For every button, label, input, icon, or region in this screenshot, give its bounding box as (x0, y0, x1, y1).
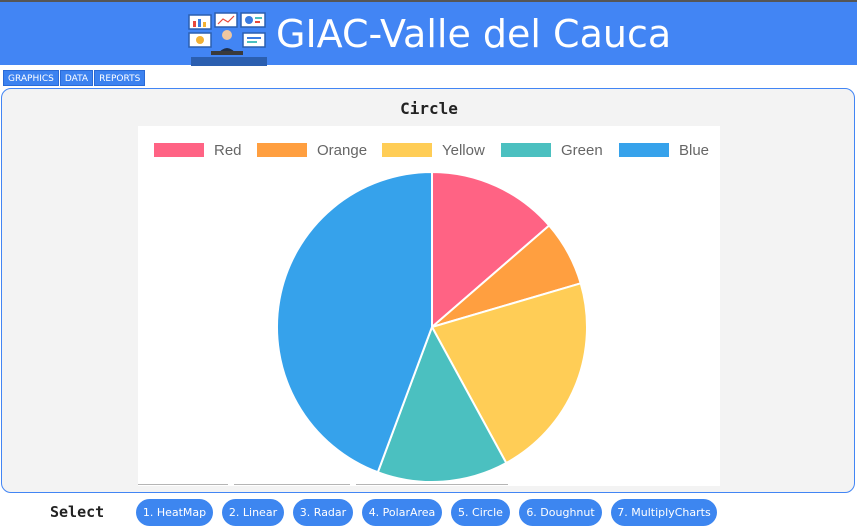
legend-item-blue[interactable]: Blue (619, 142, 709, 159)
legend-item-yellow[interactable]: Yellow (382, 142, 485, 159)
legend-label: Blue (679, 142, 709, 159)
nav-tab-data[interactable]: DATA (59, 70, 94, 86)
legend-label: Yellow (442, 142, 485, 159)
divider-line (234, 484, 350, 485)
nav-bar: GRAPHICS DATA REPORTS (3, 70, 146, 86)
radar-button[interactable]: 3. Radar (293, 499, 353, 526)
chart-panel: Circle Red Orange Yellow Green Blue (1, 88, 855, 493)
legend-label: Orange (317, 142, 367, 159)
legend-swatch (257, 143, 307, 157)
heatmap-button[interactable]: 1. HeatMap (136, 499, 213, 526)
doughnut-button[interactable]: 6. Doughnut (519, 499, 602, 526)
legend-item-green[interactable]: Green (501, 142, 603, 159)
nav-tab-graphics[interactable]: GRAPHICS (3, 70, 59, 86)
select-label: Select (50, 503, 105, 521)
legend-label: Red (214, 142, 242, 159)
chart-selector-bar: Select 1. HeatMap 2. Linear 3. Radar 4. … (0, 495, 857, 529)
dashboard-logo-icon (187, 11, 271, 69)
chart-title: Circle (400, 99, 458, 118)
multiplycharts-button[interactable]: 7. MultiplyCharts (611, 499, 717, 526)
polararea-button[interactable]: 4. PolarArea (362, 499, 442, 526)
divider-line (138, 484, 228, 485)
linear-button[interactable]: 2. Linear (222, 499, 284, 526)
app-header: GIAC-Valle del Cauca (0, 2, 857, 66)
pie-chart: Red Orange Yellow Green Blue (138, 126, 720, 486)
nav-tab-reports[interactable]: REPORTS (94, 70, 146, 86)
app-title: GIAC-Valle del Cauca (276, 12, 672, 56)
pie-chart-svg: Red Orange Yellow Green Blue (154, 142, 709, 483)
legend-swatch (619, 143, 669, 157)
legend-swatch (154, 143, 204, 157)
legend-item-orange[interactable]: Orange (257, 142, 367, 159)
legend-swatch (501, 143, 551, 157)
divider-line (356, 484, 508, 485)
legend-item-red[interactable]: Red (154, 142, 242, 159)
legend-swatch (382, 143, 432, 157)
legend-label: Green (561, 142, 603, 159)
circle-button[interactable]: 5. Circle (451, 499, 510, 526)
